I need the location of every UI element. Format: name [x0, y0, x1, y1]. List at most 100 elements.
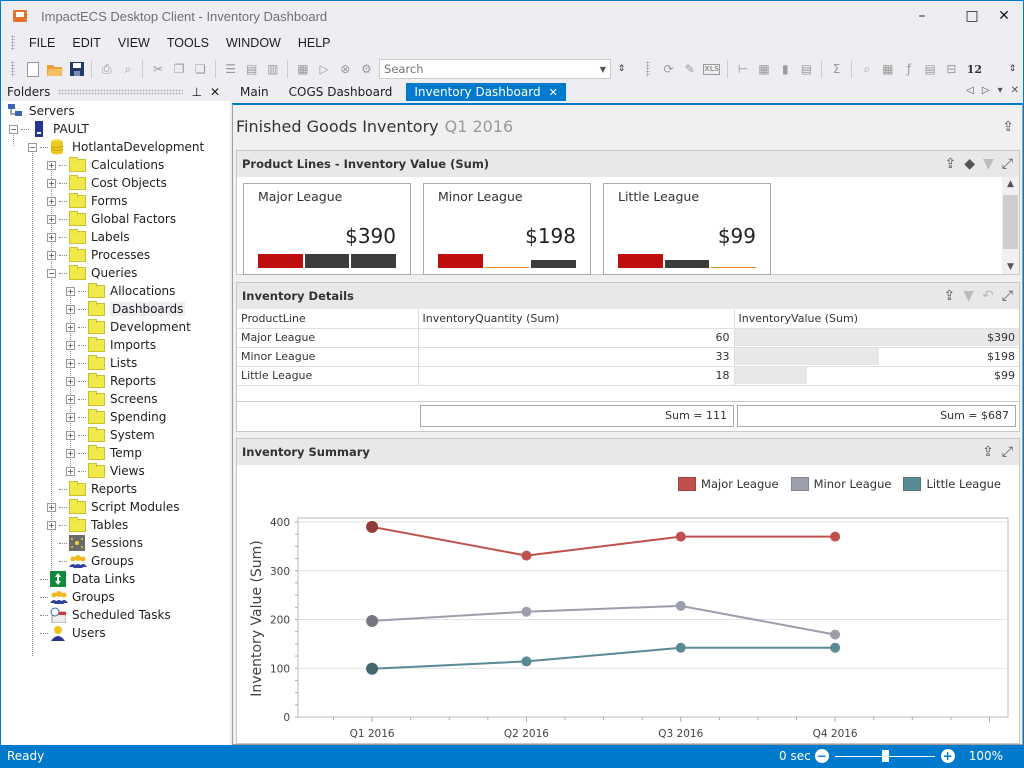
refresh-icon[interactable]: ⟳ [661, 61, 676, 77]
open-folder-icon[interactable] [46, 61, 63, 77]
expand-icon[interactable]: + [47, 196, 56, 206]
tree-node[interactable]: + Reports [1, 372, 230, 390]
zoom-slider-thumb[interactable] [881, 749, 889, 762]
save-icon[interactable] [69, 61, 84, 77]
kpi-card[interactable]: Little League $99 [603, 183, 771, 275]
expand-icon[interactable]: + [66, 358, 75, 368]
scroll-down-icon[interactable]: ▼ [1002, 262, 1019, 272]
tree-node[interactable]: Sessions [1, 534, 230, 552]
toolbar-grip[interactable] [11, 61, 15, 77]
zoom-slider[interactable] [834, 749, 935, 762]
tab-cogs-dashboard[interactable]: COGS Dashboard [281, 83, 401, 101]
product-lines-scrollbar[interactable]: ▲ ▼ [1002, 177, 1019, 274]
maximize-icon[interactable]: ⤢ [1002, 444, 1013, 460]
expand-icon[interactable]: + [66, 448, 75, 458]
tree-node[interactable]: Groups [1, 552, 230, 570]
expand-icon[interactable]: + [47, 214, 56, 224]
undo-icon[interactable]: ↶ [982, 288, 994, 304]
menu-file[interactable]: FILE [29, 36, 55, 50]
tree-node[interactable]: + Script Modules [1, 498, 230, 516]
tree-node[interactable]: + Global Factors [1, 210, 230, 228]
tree-icon[interactable]: ⊢ [735, 61, 750, 77]
close-document-icon[interactable]: ✕ [1011, 85, 1019, 96]
clear-filter-icon[interactable]: ▼ [983, 156, 994, 172]
tree-node[interactable]: + Temp [1, 444, 230, 462]
tree-node-servers[interactable]: Servers [1, 102, 230, 120]
tree-node[interactable]: + Imports [1, 336, 230, 354]
dashboard-export-icon[interactable]: ⇪ [1002, 119, 1014, 135]
print-preview-icon[interactable]: ⌕ [120, 61, 135, 77]
cut-icon[interactable]: ✂ [150, 61, 165, 77]
tree-node[interactable]: Scheduled Tasks [1, 606, 230, 624]
tree-node[interactable]: + Dashboards [1, 300, 230, 318]
tree-node[interactable]: + Tables [1, 516, 230, 534]
tree-node[interactable]: + Processes [1, 246, 230, 264]
search-dropdown-icon[interactable]: ▼ [600, 65, 606, 74]
tab-main[interactable]: Main [232, 83, 277, 101]
menu-edit[interactable]: EDIT [72, 36, 100, 50]
tree-node[interactable]: + Development [1, 318, 230, 336]
tree-node[interactable]: Reports [1, 480, 230, 498]
export-icon[interactable]: ⇪ [944, 288, 956, 304]
maximize-button[interactable]: □ [955, 1, 989, 31]
tab-list-dropdown-icon[interactable]: ▾ [998, 85, 1003, 96]
xlsx-export-icon[interactable]: XLS [703, 63, 721, 75]
expand-icon[interactable]: + [47, 232, 56, 242]
toolbar-grip-2[interactable] [646, 61, 650, 77]
print-icon[interactable]: ⎙ [99, 61, 114, 77]
tree-node[interactable]: + Cost Objects [1, 174, 230, 192]
copy-icon[interactable]: ❐ [172, 61, 187, 77]
menu-view[interactable]: VIEW [118, 36, 150, 50]
edit-icon[interactable]: ✎ [682, 61, 697, 77]
table-row[interactable]: Minor League 33 $198 [237, 347, 1019, 367]
search-box[interactable]: ▼ [379, 59, 611, 79]
expand-icon[interactable]: + [66, 286, 75, 296]
scroll-thumb[interactable] [1003, 195, 1018, 249]
delete-document-icon[interactable]: ▥ [265, 61, 280, 77]
tab-inventory-dashboard[interactable]: Inventory Dashboard ✕ [406, 83, 566, 101]
tree-node[interactable]: + Screens [1, 390, 230, 408]
tree-node[interactable]: Data Links [1, 570, 230, 588]
column-header[interactable]: ProductLine [237, 309, 419, 329]
kpi-card[interactable]: Minor League $198 [423, 183, 591, 275]
tree-node-queries[interactable]: − Queries [1, 264, 230, 282]
tree-node[interactable]: + Views [1, 462, 230, 480]
table-row[interactable]: Major League 60 $390 [237, 328, 1019, 348]
tree-node[interactable]: + Labels [1, 228, 230, 246]
collapse-icon[interactable]: − [9, 124, 18, 134]
maximize-icon[interactable]: ⤢ [1002, 156, 1013, 172]
expand-icon[interactable]: + [66, 466, 75, 476]
expand-icon[interactable]: + [66, 412, 75, 422]
tree-node[interactable]: + Spending [1, 408, 230, 426]
column-header[interactable]: InventoryValue (Sum) [734, 309, 1019, 329]
tree-node-server[interactable]: − PAULT [1, 120, 230, 138]
menu-tools[interactable]: TOOLS [167, 36, 209, 50]
minimize-button[interactable]: – [905, 1, 939, 31]
field-list-icon[interactable]: ▤ [923, 61, 938, 77]
close-panel-icon[interactable]: ✕ [210, 85, 220, 99]
zoom-out-button[interactable]: − [814, 749, 829, 763]
toolbar-overflow-icon[interactable]: ⇕ [614, 61, 629, 77]
layers-icon[interactable]: ◆ [964, 156, 975, 172]
new-icon[interactable] [26, 61, 41, 77]
sum-icon[interactable]: Σ [829, 61, 844, 77]
expand-icon[interactable]: + [66, 322, 75, 332]
pin-icon[interactable]: ⊥ [191, 85, 201, 99]
clear-filter-icon[interactable]: ▼ [963, 288, 974, 304]
search-input[interactable] [384, 62, 585, 76]
expand-icon[interactable]: + [47, 160, 56, 170]
expand-icon[interactable]: + [66, 304, 75, 314]
expand-icon[interactable]: + [47, 520, 56, 530]
font-size-label[interactable]: 12 [965, 61, 984, 77]
tree-node[interactable]: + System [1, 426, 230, 444]
expand-icon[interactable]: + [66, 394, 75, 404]
new-document-icon[interactable]: ▤ [244, 61, 259, 77]
table-row[interactable]: Little League 18 $99 [237, 366, 1019, 386]
zoom-in-button[interactable]: + [940, 749, 955, 763]
expand-icon[interactable]: + [47, 250, 56, 260]
expand-icon[interactable]: + [66, 430, 75, 440]
scroll-tabs-right-icon[interactable]: ▷ [982, 85, 990, 96]
collapse-icon[interactable]: − [47, 268, 56, 278]
settings-icon[interactable]: ⚙ [359, 61, 374, 77]
run-icon[interactable]: ▷ [317, 61, 332, 77]
